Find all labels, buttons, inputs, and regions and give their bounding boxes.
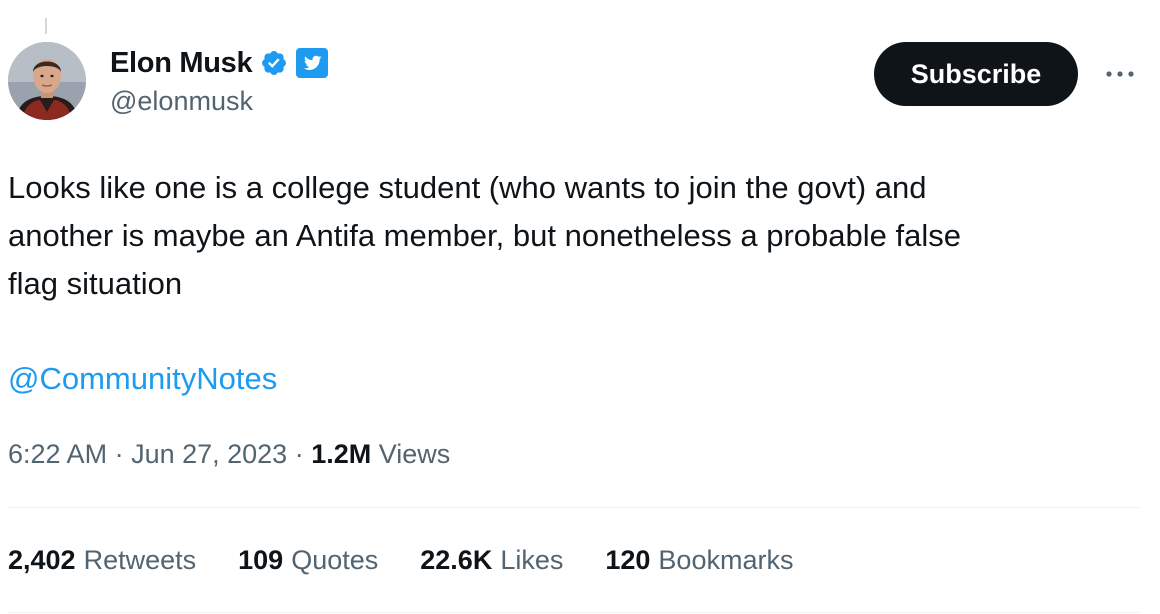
meta-separator: · — [287, 439, 312, 469]
views-count: 1.2M — [311, 439, 372, 469]
tweet-card: Elon Musk @elonmusk Subscribe Looks like… — [0, 0, 1160, 614]
retweets-count: 2,402 — [8, 545, 76, 575]
twitter-bird-icon[interactable] — [296, 48, 329, 78]
retweets-stat[interactable]: 2,402 Retweets — [8, 540, 196, 580]
engagement-stats: 2,402 Retweets 109 Quotes 22.6K Likes 12… — [8, 540, 835, 580]
verified-badge-icon[interactable] — [260, 49, 288, 77]
tweet-metadata: 6:22 AM · Jun 27, 2023 · 1.2M Views — [8, 434, 450, 474]
author-handle[interactable]: @elonmusk — [110, 86, 253, 117]
likes-stat[interactable]: 22.6K Likes — [420, 540, 563, 580]
community-notes-mention-link[interactable]: @CommunityNotes — [8, 355, 277, 403]
tweet-time[interactable]: 6:22 AM — [8, 434, 107, 474]
author-display-name[interactable]: Elon Musk — [110, 47, 253, 80]
bookmarks-stat[interactable]: 120 Bookmarks — [605, 540, 793, 580]
likes-count: 22.6K — [420, 545, 493, 575]
bookmarks-label: Bookmarks — [658, 545, 794, 575]
more-options-icon[interactable] — [1102, 62, 1138, 86]
thread-connector-line — [45, 18, 47, 34]
views-label: Views — [378, 439, 451, 469]
divider — [8, 612, 1140, 613]
author-name-row: Elon Musk — [110, 44, 329, 82]
tweet-body-text: Looks like one is a college student (who… — [8, 170, 961, 301]
likes-label: Likes — [500, 545, 564, 575]
quotes-stat[interactable]: 109 Quotes — [238, 540, 378, 580]
divider — [8, 507, 1140, 508]
profile-photo-icon — [8, 42, 86, 120]
avatar[interactable] — [8, 42, 86, 120]
subscribe-button[interactable]: Subscribe — [874, 42, 1078, 106]
meta-separator: · — [107, 439, 132, 469]
retweets-label: Retweets — [83, 545, 197, 575]
quotes-count: 109 — [238, 545, 284, 575]
bookmarks-count: 120 — [605, 545, 651, 575]
tweet-date[interactable]: Jun 27, 2023 — [131, 434, 287, 474]
quotes-label: Quotes — [291, 545, 379, 575]
